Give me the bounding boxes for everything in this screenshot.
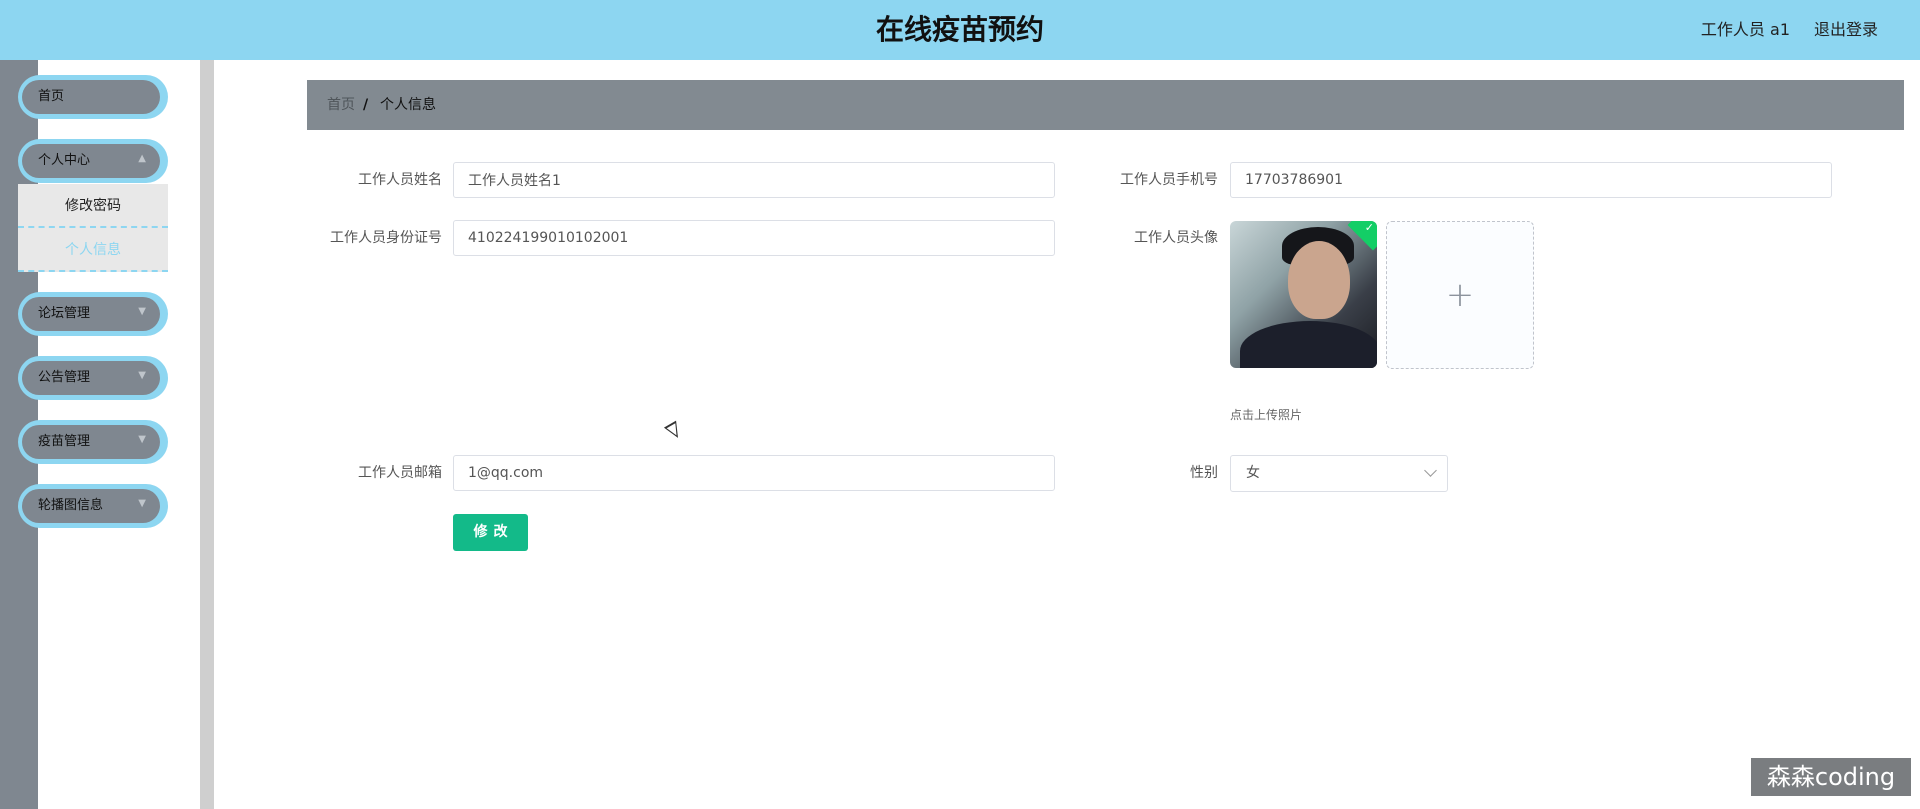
sidebar-item-forum[interactable]: 论坛管理 ▼	[18, 292, 168, 336]
submenu-item-personal-info[interactable]: 个人信息	[18, 228, 168, 272]
sidebar-item-announcement[interactable]: 公告管理 ▼	[18, 356, 168, 400]
sidebar-item-personal-center[interactable]: 个人中心 ▲	[18, 139, 168, 183]
gender-select[interactable]: 女	[1230, 455, 1448, 492]
sidebar-item-label: 首页	[38, 89, 65, 104]
sidebar-item-label: 轮播图信息	[38, 498, 104, 513]
sidebar-item-home[interactable]: 首页	[18, 75, 168, 119]
app-title: 在线疫苗预约	[875, 13, 1044, 46]
plus-icon: +	[1445, 275, 1475, 315]
phone-label: 工作人员手机号	[1120, 172, 1218, 188]
name-input[interactable]	[454, 163, 1054, 197]
name-field[interactable]	[453, 162, 1055, 198]
watermark: 森森coding	[1751, 758, 1911, 796]
chevron-down-icon: ▼	[138, 306, 146, 317]
gender-value: 女	[1246, 465, 1260, 481]
email-input[interactable]	[454, 456, 1054, 490]
chevron-down-icon: ▼	[138, 434, 146, 445]
avatar-label: 工作人员头像	[1134, 230, 1218, 246]
submit-button[interactable]: 修改	[453, 514, 528, 551]
chevron-down-icon: ▼	[138, 370, 146, 381]
sidebar-item-label: 疫苗管理	[38, 434, 91, 449]
check-icon: ✓	[1364, 221, 1374, 234]
sidebar-item-vaccine[interactable]: 疫苗管理 ▼	[18, 420, 168, 464]
current-user-label: 工作人员 a1	[1700, 20, 1790, 39]
chevron-down-icon	[1424, 464, 1437, 477]
upload-button[interactable]: +	[1386, 221, 1534, 369]
breadcrumb-home[interactable]: 首页	[327, 80, 355, 130]
top-header: 在线疫苗预约 工作人员 a1 退出登录	[0, 0, 1920, 60]
avatar-face	[1288, 241, 1350, 319]
logout-link[interactable]: 退出登录	[1814, 0, 1878, 60]
sidebar-item-carousel[interactable]: 轮播图信息 ▼	[18, 484, 168, 528]
sidebar-submenu: 修改密码 个人信息	[18, 184, 168, 272]
name-label: 工作人员姓名	[358, 172, 442, 188]
avatar-image[interactable]: ✓	[1230, 221, 1377, 368]
email-field[interactable]	[453, 455, 1055, 491]
id-field[interactable]	[453, 220, 1055, 256]
sidebar-item-label: 个人中心	[38, 153, 91, 168]
phone-field[interactable]	[1230, 162, 1832, 198]
submenu-item-change-password[interactable]: 修改密码	[18, 184, 168, 228]
breadcrumb-current: 个人信息	[380, 97, 436, 113]
phone-input[interactable]	[1231, 163, 1831, 197]
sidebar-item-label: 论坛管理	[38, 306, 91, 321]
breadcrumb-separator: /	[363, 97, 369, 113]
upload-hint: 点击上传照片	[1230, 408, 1303, 422]
breadcrumb: 首页 / 个人信息	[307, 80, 1904, 130]
avatar-body	[1240, 321, 1377, 368]
id-label: 工作人员身份证号	[330, 230, 442, 246]
chevron-up-icon: ▲	[138, 153, 146, 164]
id-input[interactable]	[454, 221, 1054, 255]
mouse-cursor-icon	[663, 420, 685, 442]
sidebar-item-label: 公告管理	[38, 370, 91, 385]
sidebar-divider	[200, 60, 214, 809]
email-label: 工作人员邮箱	[358, 465, 442, 481]
gender-label: 性别	[1190, 465, 1218, 481]
chevron-down-icon: ▼	[138, 498, 146, 509]
